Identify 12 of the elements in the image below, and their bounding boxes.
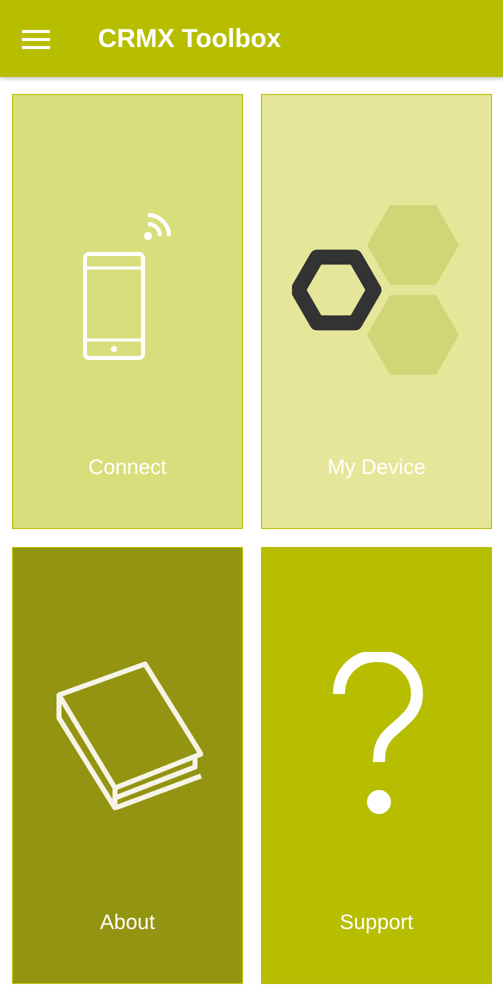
tile-label: My Device bbox=[327, 456, 426, 480]
hexagons-icon bbox=[292, 204, 462, 376]
app-title: CRMX Toolbox bbox=[98, 23, 281, 54]
phone-icon bbox=[82, 212, 174, 360]
menu-tile[interactable]: About bbox=[12, 547, 243, 984]
tile-label: Connect bbox=[88, 456, 167, 480]
menu-tile[interactable]: My Device bbox=[261, 94, 492, 529]
tile-label: About bbox=[100, 911, 155, 935]
menu-icon[interactable] bbox=[22, 28, 50, 50]
tile-label: Support bbox=[340, 911, 414, 935]
menu-tile[interactable]: Support bbox=[261, 547, 492, 984]
menu-tile[interactable]: Connect bbox=[12, 94, 243, 529]
